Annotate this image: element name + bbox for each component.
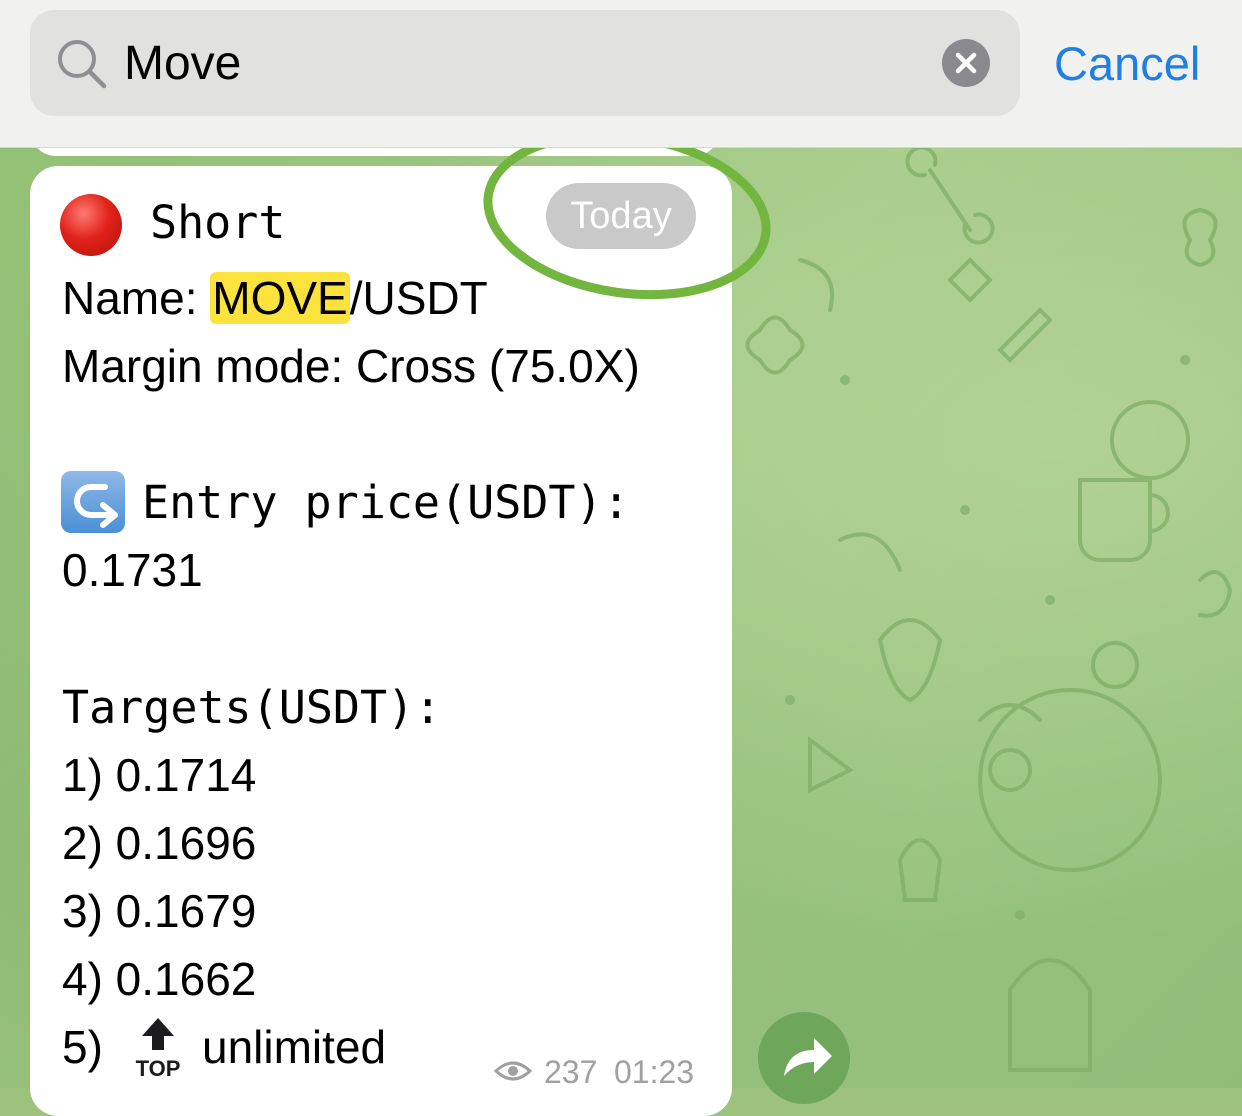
return-arrow-icon [61,471,125,533]
target-item: 1) 0.1714 [62,749,257,801]
margin-mode: Margin mode: Cross (75.0X) [62,340,640,392]
svg-text:TOP: TOP [136,1056,181,1080]
message-bubble[interactable]: Short Name: MOVE/USDT Margin mode: Cross… [30,166,732,1116]
view-count: 237 [544,1054,598,1090]
search-header: Move Cancel [0,0,1242,148]
eye-icon [494,1061,532,1081]
clear-search-button[interactable] [942,39,990,87]
direction-label: Short [150,196,286,249]
entry-price-value: 0.1731 [62,544,203,596]
clear-icon [955,52,977,74]
target-item-unlimited: unlimited [202,1021,387,1073]
target-item: 3) 0.1679 [62,885,257,937]
target-item: 4) 0.1662 [62,953,257,1005]
pair-name-line: Name: MOVE/USDT [62,268,488,328]
pair-quote: /USDT [349,272,488,324]
entry-price-label: Entry price(USDT): [142,476,630,529]
red-circle-icon [60,194,122,256]
top-arrow-icon: TOP [136,1018,181,1080]
forward-arrow-icon [784,1038,832,1076]
date-badge: Today [546,183,696,249]
search-input[interactable]: Move [124,34,241,94]
search-icon [58,40,107,89]
forward-button[interactable] [758,1012,850,1104]
search-match-highlight: MOVE [210,272,350,324]
cancel-button[interactable]: Cancel [1054,34,1200,94]
name-label: Name: [62,272,211,324]
targets-label: Targets(USDT): [62,681,442,734]
target-item-prefix: 5) [62,1021,103,1073]
message-time: 01:23 [614,1054,695,1090]
target-item: 2) 0.1696 [62,817,257,869]
